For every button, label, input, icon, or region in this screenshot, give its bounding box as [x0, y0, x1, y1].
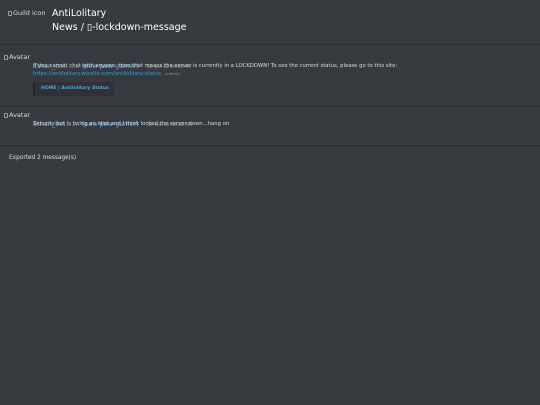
- chat-export-page: Guild icon AntiLolitary News / ▯-lockdow…: [0, 0, 540, 405]
- guild-icon: Guild icon: [8, 9, 45, 17]
- avatar: Avatar: [4, 111, 30, 119]
- preamble-header: Guild icon AntiLolitary News / ▯-lockdow…: [0, 0, 540, 44]
- header-divider: [0, 44, 540, 45]
- message-content: if you cannot chat with anyone, then tha…: [33, 63, 398, 69]
- avatar-alt-text: Avatar: [9, 111, 31, 119]
- message-link[interactable]: https://antilolitary.wixsite.com/antilol…: [33, 71, 161, 77]
- broken-image-icon: [4, 112, 8, 118]
- guild-icon-alt-text: Guild icon: [13, 9, 46, 17]
- message-content-link-line: https://antilolitary.wixsite.com/antilol…: [33, 71, 180, 77]
- export-summary: Exported 2 message(s): [9, 155, 77, 161]
- avatar: Avatar: [4, 53, 30, 61]
- message-group: Avatar Ethan_boi....... (pew pew gamer) …: [0, 111, 540, 137]
- guild-name: AntiLolitary: [52, 8, 107, 19]
- message-content: Security bot is being an idiot and I thi…: [33, 121, 230, 127]
- channel-path: News / ▯-lockdown-message: [52, 22, 187, 33]
- postamble-divider: [0, 145, 540, 146]
- broken-image-icon: [8, 10, 12, 16]
- broken-image-icon: [4, 54, 8, 60]
- edited-label: (edited): [164, 71, 180, 76]
- message-group: Avatar Ethan_boi....... (pew pew gamer) …: [0, 53, 540, 105]
- embed-title-link[interactable]: HOME | Antilolitary Status: [41, 86, 109, 91]
- avatar-alt-text: Avatar: [9, 53, 31, 61]
- message-divider: [0, 106, 540, 107]
- link-embed: HOME | Antilolitary Status: [33, 82, 114, 96]
